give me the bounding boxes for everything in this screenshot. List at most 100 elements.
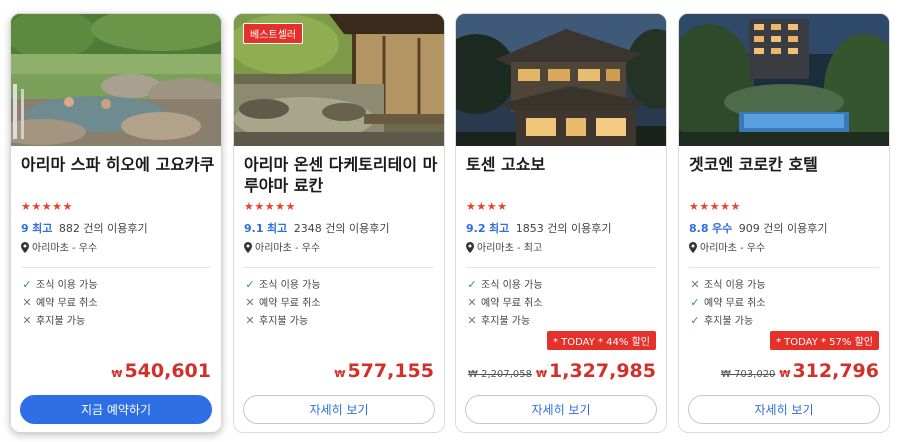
feature-label: 조식 이용 가능 <box>36 280 98 291</box>
star-rating: ★★★★★ <box>689 200 741 213</box>
feature-label: 조식 이용 가능 <box>481 280 543 291</box>
feature-item-free-cancel: ✕ 예약 무료 취소 <box>466 294 543 312</box>
feature-item-pay-later: ✕ 후지불 가능 <box>244 312 321 330</box>
hotel-photo[interactable] <box>456 14 666 146</box>
location: 아리마초 - 우수 <box>689 239 765 254</box>
review-score: 8.8 <box>689 222 709 235</box>
location: 아리마초 - 우수 <box>21 239 97 254</box>
review-score-word: 최고 <box>267 222 288 235</box>
hotel-card[interactable]: 겟코엔 코로칸 호텔 ★★★★★ 8.8 우수 909 건의 이용후기 아리마초… <box>678 13 890 433</box>
cross-icon: ✕ <box>22 296 32 309</box>
review-summary: 8.8 우수 909 건의 이용후기 <box>689 220 827 236</box>
review-count: 2348 건의 이용후기 <box>293 222 390 235</box>
location-text: 아리마초 - 우수 <box>700 243 766 254</box>
discount-badge: * TODAY * 57% 할인 <box>769 331 879 350</box>
feature-item-pay-later: ✓ 후지불 가능 <box>689 312 766 330</box>
feature-item-pay-later: ✕ 후지불 가능 <box>21 312 98 330</box>
original-price: ₩ 703,020 <box>721 369 776 380</box>
location: 아리마초 - 최고 <box>466 239 542 254</box>
price: ₩ 2,207,058 ₩1,327,985 <box>468 360 656 382</box>
feature-label: 후지불 가능 <box>259 316 309 327</box>
check-icon: ✓ <box>467 278 477 291</box>
hotel-photo[interactable]: 베스트셀러 <box>234 14 444 146</box>
feature-item-breakfast: ✓ 조식 이용 가능 <box>21 276 98 294</box>
feature-list: ✓ 조식 이용 가능 ✕ 예약 무료 취소 ✕ 후지불 가능 <box>21 276 98 330</box>
price: ₩540,601 <box>111 360 211 382</box>
currency-symbol: ₩ <box>779 369 791 380</box>
feature-item-breakfast: ✕ 조식 이용 가능 <box>689 276 766 294</box>
divider <box>21 267 211 268</box>
view-details-button[interactable]: 자세히 보기 <box>688 395 880 424</box>
review-score: 9.1 <box>244 222 264 235</box>
hotel-name[interactable]: 아리마 온센 다케토리테이 마루야마 료칸 <box>244 154 439 196</box>
feature-label: 후지불 가능 <box>481 316 531 327</box>
map-pin-icon <box>244 242 252 253</box>
check-icon: ✓ <box>22 278 32 291</box>
feature-item-breakfast: ✓ 조식 이용 가능 <box>244 276 321 294</box>
review-score-word: 우수 <box>712 222 733 235</box>
cross-icon: ✕ <box>467 314 477 327</box>
review-count: 909 건의 이용후기 <box>738 222 828 235</box>
location: 아리마초 - 우수 <box>244 239 320 254</box>
hotel-name[interactable]: 겟코엔 코로칸 호텔 <box>689 154 884 175</box>
book-now-button[interactable]: 지금 예약하기 <box>20 395 212 424</box>
location-text: 아리마초 - 우수 <box>32 243 98 254</box>
hotel-photo[interactable] <box>679 14 889 146</box>
cross-icon: ✕ <box>22 314 32 327</box>
hotel-card[interactable]: 아리마 스파 히오에 고요카쿠 ★★★★★ 9 최고 882 건의 이용후기 아… <box>10 13 222 433</box>
price: ₩577,155 <box>334 360 434 382</box>
hotel-name[interactable]: 토센 고쇼보 <box>466 154 661 175</box>
review-count: 1853 건의 이용후기 <box>515 222 612 235</box>
feature-list: ✓ 조식 이용 가능 ✕ 예약 무료 취소 ✕ 후지불 가능 <box>466 276 543 330</box>
currency-symbol: ₩ <box>535 369 548 380</box>
view-details-button[interactable]: 자세히 보기 <box>243 395 435 424</box>
feature-item-free-cancel: ✕ 예약 무료 취소 <box>244 294 320 312</box>
star-rating: ★★★★★ <box>21 200 73 213</box>
price-amount: 312,796 <box>792 360 879 382</box>
star-rating: ★★★★ <box>466 200 508 213</box>
review-score-word: 최고 <box>489 222 510 235</box>
review-score: 9.2 <box>466 222 486 235</box>
price-amount: 577,155 <box>347 360 434 382</box>
check-icon: ✓ <box>245 278 255 291</box>
review-score: 9 <box>21 222 29 235</box>
map-pin-icon <box>689 242 697 253</box>
feature-item-breakfast: ✓ 조식 이용 가능 <box>466 276 543 294</box>
review-count: 882 건의 이용후기 <box>58 222 148 235</box>
location-text: 아리마초 - 우수 <box>255 243 321 254</box>
feature-item-pay-later: ✕ 후지불 가능 <box>466 312 543 330</box>
star-rating: ★★★★★ <box>244 200 296 213</box>
view-details-button[interactable]: 자세히 보기 <box>465 395 657 424</box>
feature-label: 조식 이용 가능 <box>259 280 321 291</box>
feature-list: ✕ 조식 이용 가능 ✓ 예약 무료 취소 ✓ 후지불 가능 <box>689 276 766 330</box>
divider <box>466 267 656 268</box>
hotel-card-row: 아리마 스파 히오에 고요카쿠 ★★★★★ 9 최고 882 건의 이용후기 아… <box>0 0 900 442</box>
discount-badge: * TODAY * 44% 할인 <box>546 331 656 350</box>
bestseller-badge: 베스트셀러 <box>243 23 303 44</box>
hotel-photo[interactable] <box>11 14 221 146</box>
price-amount: 540,601 <box>124 360 211 382</box>
hotel-card[interactable]: 베스트셀러 아리마 온센 다케토리테이 마루야마 료칸 ★★★★★ 9.1 최고… <box>233 13 445 433</box>
map-pin-icon <box>21 242 29 253</box>
cross-icon: ✕ <box>467 296 477 309</box>
cross-icon: ✕ <box>245 296 255 309</box>
feature-label: 예약 무료 취소 <box>481 298 543 309</box>
cross-icon: ✕ <box>245 314 255 327</box>
feature-list: ✓ 조식 이용 가능 ✕ 예약 무료 취소 ✕ 후지불 가능 <box>244 276 321 330</box>
feature-label: 예약 무료 취소 <box>704 298 766 309</box>
hotel-card[interactable]: 토센 고쇼보 ★★★★ 9.2 최고 1853 건의 이용후기 아리마초 - 최… <box>455 13 667 433</box>
feature-item-free-cancel: ✕ 예약 무료 취소 <box>21 294 97 312</box>
cross-icon: ✕ <box>690 278 700 291</box>
review-summary: 9.1 최고 2348 건의 이용후기 <box>244 220 389 236</box>
hotel-name[interactable]: 아리마 스파 히오에 고요카쿠 <box>21 154 216 175</box>
currency-symbol: ₩ <box>111 369 123 380</box>
divider <box>244 267 434 268</box>
review-summary: 9 최고 882 건의 이용후기 <box>21 220 148 236</box>
feature-label: 조식 이용 가능 <box>704 280 766 291</box>
price: ₩ 703,020 ₩312,796 <box>721 360 879 382</box>
check-icon: ✓ <box>690 314 700 327</box>
review-score-word: 최고 <box>32 222 53 235</box>
divider <box>689 267 879 268</box>
currency-symbol: ₩ <box>334 369 346 380</box>
review-summary: 9.2 최고 1853 건의 이용후기 <box>466 220 611 236</box>
